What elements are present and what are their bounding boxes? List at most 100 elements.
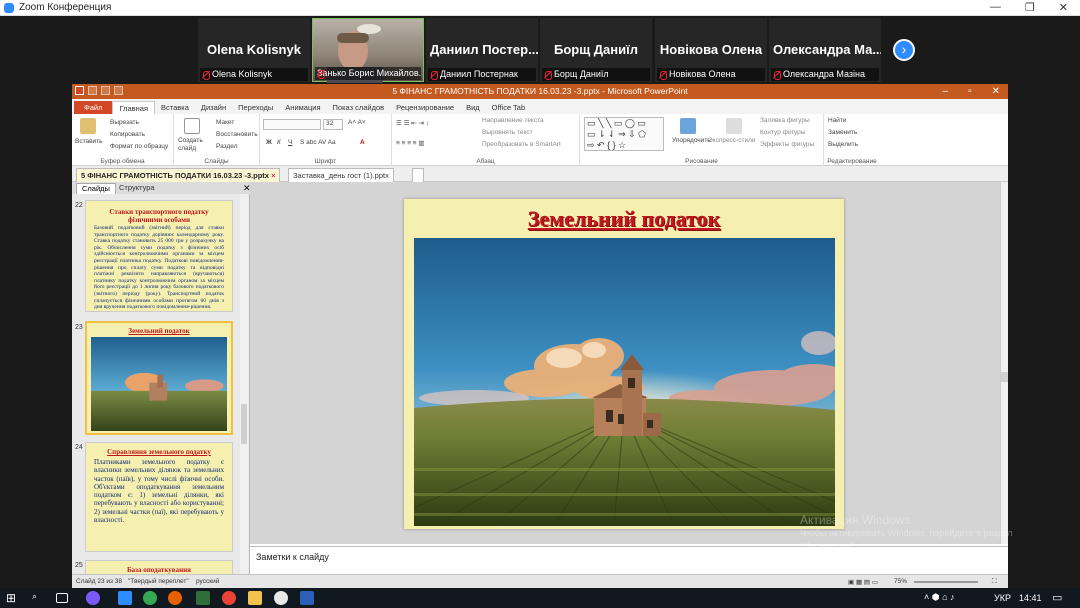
close-tab-icon[interactable]: ×: [271, 171, 275, 180]
slide-thumbnail-23[interactable]: Земельний податок: [85, 321, 233, 435]
section-button[interactable]: Раздел: [216, 143, 237, 150]
tray-icons[interactable]: ˄ ⬢ ⌂ ♪: [924, 592, 955, 603]
landscape-church-image[interactable]: [414, 238, 835, 526]
zoom-level[interactable]: 75%: [894, 578, 907, 585]
tab-transitions[interactable]: Переходы: [232, 101, 279, 114]
document-tab[interactable]: Заставка_день гост (1).pptx: [288, 168, 394, 182]
tab-review[interactable]: Рецензирование: [390, 101, 460, 114]
new-slide-icon[interactable]: [184, 118, 200, 134]
close-icon[interactable]: ✕: [1059, 1, 1068, 14]
keyboard-language[interactable]: УКР: [994, 593, 1011, 603]
windows-start-icon[interactable]: ⊞: [6, 591, 20, 605]
scrollbar-thumb[interactable]: [241, 404, 247, 444]
clock[interactable]: 14:41: [1019, 593, 1042, 603]
fit-slide-icon[interactable]: ⛶: [992, 578, 997, 586]
tab-office-tab[interactable]: Office Tab: [486, 101, 532, 114]
paste-icon[interactable]: [80, 118, 96, 134]
italic-icon[interactable]: К: [277, 139, 281, 146]
new-slide-button[interactable]: Создать слайд: [178, 137, 208, 153]
shape-outline-button[interactable]: Контур фигуры: [760, 129, 805, 136]
scrollbar-thumb[interactable]: [1001, 372, 1008, 382]
select-button[interactable]: Выделить: [828, 141, 858, 148]
text-direction-button[interactable]: Направление текста: [482, 117, 544, 124]
layout-button[interactable]: Макет: [216, 119, 234, 126]
arrange-button[interactable]: Упорядочить: [672, 137, 711, 144]
slide-title[interactable]: Земельний податок: [404, 206, 844, 232]
slide-thumbnail-22[interactable]: Ставки транспортного податку фізичними о…: [85, 200, 233, 312]
shapes-gallery[interactable]: ▭ ╲ ╲ ▭ ◯ ▭ ▭ ⇂ ⇃ ⇒ ⇩ ⬠ ⇨ ↶ { } ☆: [584, 117, 664, 151]
replace-button[interactable]: Заменить: [828, 129, 857, 136]
chrome-icon[interactable]: [143, 591, 157, 605]
minimize-icon[interactable]: –: [943, 84, 949, 99]
view-buttons-icon[interactable]: ▣ ▦ ▤ ▭: [848, 578, 878, 586]
font-name-select[interactable]: [263, 119, 321, 130]
next-participants-button[interactable]: ›: [893, 39, 915, 61]
cut-button[interactable]: Вырезать: [110, 119, 139, 126]
align-icon[interactable]: ≡ ≡ ≡ ≡ ▥: [396, 139, 425, 147]
zoom-slider[interactable]: [914, 581, 978, 583]
participant-tile[interactable]: Олександра Ма... Олександра Мазіна: [769, 18, 881, 82]
format-painter-button[interactable]: Формат по образцу: [110, 143, 168, 150]
minimize-icon[interactable]: —: [990, 1, 1001, 14]
participant-name: Даниил Постер...: [430, 42, 538, 57]
font-color-icon[interactable]: A: [360, 139, 365, 146]
font-size-select[interactable]: 32: [323, 119, 343, 130]
underline-icon[interactable]: Ч: [288, 139, 292, 146]
shape-effects-button[interactable]: Эффекты фигуры: [760, 141, 814, 148]
search-icon[interactable]: ⌕: [32, 591, 46, 605]
document-tab-active[interactable]: 5 ФІНАНС ГРАМОТНІСТЬ ПОДАТКИ 16.03.23 -3…: [76, 168, 281, 182]
main-scrollbar[interactable]: [1000, 182, 1008, 544]
copy-button[interactable]: Копировать: [110, 131, 145, 138]
new-tab-button[interactable]: [412, 168, 424, 182]
participant-tile[interactable]: Борщ Даниїл Борщ Даниїл: [540, 18, 652, 82]
maximize-icon[interactable]: ❐: [1025, 1, 1035, 14]
participant-tile[interactable]: Новікова Олена Новікова Олена: [655, 18, 767, 82]
align-text-button[interactable]: Выровнять текст: [482, 129, 533, 136]
reset-button[interactable]: Восстановить: [216, 131, 258, 138]
tab-slides[interactable]: Слайды: [76, 183, 116, 194]
current-slide[interactable]: Земельний податок: [404, 199, 844, 529]
tab-file[interactable]: Файл: [74, 101, 113, 114]
app-icon[interactable]: [196, 591, 210, 605]
tab-view[interactable]: Вид: [460, 101, 486, 114]
notifications-icon[interactable]: ▭: [1052, 591, 1062, 604]
participant-tile[interactable]: Olena Kolisnyk Olena Kolisnyk: [198, 18, 310, 82]
chrome-icon[interactable]: [222, 591, 236, 605]
panel-scrollbar[interactable]: [240, 194, 248, 574]
task-view-icon[interactable]: [56, 593, 68, 603]
shape-fill-button[interactable]: Заливка фигуры: [760, 117, 810, 124]
word-icon[interactable]: [300, 591, 314, 605]
app-icon[interactable]: [274, 591, 288, 605]
zoom-taskbar-icon[interactable]: [118, 591, 132, 605]
editing-group: Найти Заменить Выделить Редактирование: [824, 114, 880, 166]
slide-thumbnail-24[interactable]: Справляння земельного податку Платниками…: [85, 442, 233, 552]
app-icon[interactable]: [86, 591, 100, 605]
smartart-button[interactable]: Преобразовать в SmartArt: [482, 141, 561, 148]
tab-animation[interactable]: Анимация: [279, 101, 326, 114]
close-icon[interactable]: ✕: [992, 84, 1000, 99]
grow-font-icon[interactable]: A˄ A˅: [348, 119, 366, 126]
language-indicator[interactable]: русский: [196, 578, 219, 585]
participant-video-tile[interactable]: Занько Борис Михайлов...: [312, 18, 424, 83]
tab-slideshow[interactable]: Показ слайдов: [327, 101, 391, 114]
strikethrough-icon[interactable]: S abc AV Aa: [300, 139, 336, 146]
save-icon[interactable]: [88, 86, 97, 95]
participant-tile[interactable]: Даниил Постер... Даниил Постернак: [426, 18, 538, 82]
maximize-icon[interactable]: ▫: [968, 84, 972, 99]
tab-insert[interactable]: Вставка: [155, 101, 195, 114]
slide-editing-area[interactable]: Земельний податок: [250, 182, 1000, 544]
undo-icon[interactable]: [101, 86, 110, 95]
bold-icon[interactable]: Ж: [266, 139, 272, 146]
tab-design[interactable]: Дизайн: [195, 101, 232, 114]
firefox-icon[interactable]: [168, 591, 182, 605]
tab-home[interactable]: Главная: [112, 101, 155, 114]
paste-button[interactable]: Вставить: [75, 138, 103, 145]
tab-outline[interactable]: Структура: [114, 183, 160, 194]
quick-styles-button[interactable]: Экспресс-стили: [708, 137, 756, 144]
arrange-icon[interactable]: [680, 118, 696, 134]
bullets-icon[interactable]: ☰ ☰ ⇤ ⇥ ↕: [396, 119, 429, 127]
folder-icon[interactable]: [248, 591, 262, 605]
redo-icon[interactable]: [114, 86, 123, 95]
find-button[interactable]: Найти: [828, 117, 847, 124]
quick-styles-icon[interactable]: [726, 118, 742, 134]
